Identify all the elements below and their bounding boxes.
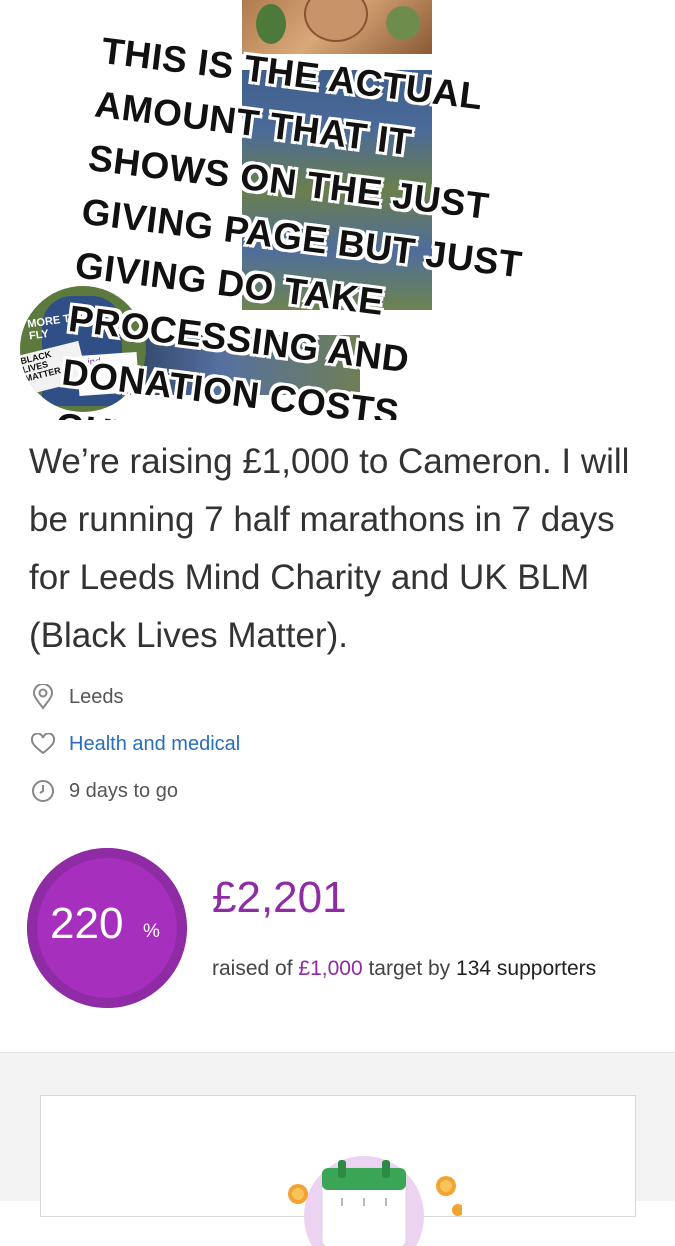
raised-prefix: raised of xyxy=(212,957,293,980)
heart-icon xyxy=(30,731,56,757)
overlay-caption: THIS IS THE ACTUAL AMOUNT THAT IT SHOWS … xyxy=(52,24,660,420)
calendar-icon xyxy=(288,1156,462,1246)
progress-percent-sign: % xyxy=(143,921,160,942)
target-amount: £1,000 xyxy=(298,957,363,980)
location-pin-icon xyxy=(30,684,56,710)
location-text: Leeds xyxy=(69,685,124,708)
target-mid: target by xyxy=(368,957,451,980)
progress-percent: 220 xyxy=(50,899,124,948)
info-card xyxy=(40,1095,636,1246)
raised-summary: raised of £1,000 target by 134 supporter… xyxy=(212,957,596,981)
clock-icon xyxy=(30,778,56,804)
cover-image: MORE THAN FLY BLACK LIVES MATTER mind TH… xyxy=(0,0,675,420)
category-row[interactable]: Health and medical xyxy=(30,729,240,759)
time-left-text: 9 days to go xyxy=(69,779,178,802)
raised-amount: £2,201 xyxy=(212,873,347,922)
supporters-count: 134 supporters xyxy=(456,957,597,980)
location-row: Leeds xyxy=(30,682,124,712)
fundraiser-description: We’re raising £1,000 to Cameron. I will … xyxy=(29,442,630,655)
time-left-row: 9 days to go xyxy=(30,776,178,806)
overlay-caption-text: THIS IS THE ACTUAL AMOUNT THAT IT SHOWS … xyxy=(53,29,525,420)
category-link[interactable]: Health and medical xyxy=(69,733,240,756)
